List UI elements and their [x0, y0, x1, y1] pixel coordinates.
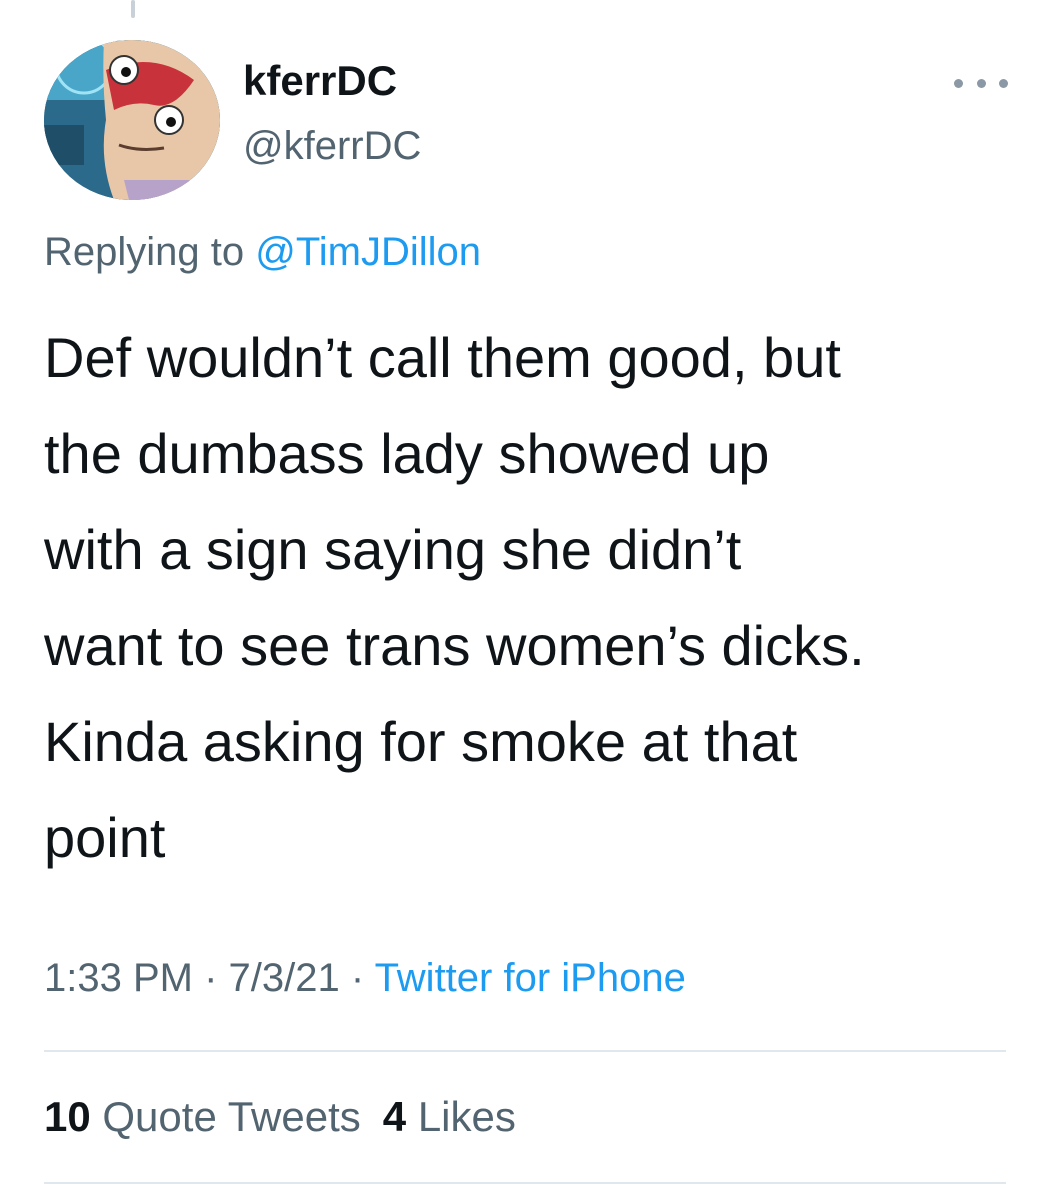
likes-stat[interactable]: 4 Likes — [383, 1093, 516, 1140]
replying-to-line: Replying to @TimJDillon — [44, 228, 481, 276]
avatar[interactable] — [44, 40, 220, 200]
tweet-metadata: 1:33 PM · 7/3/21 · Twitter for iPhone — [44, 954, 686, 1002]
quote-tweets-stat[interactable]: 10 Quote Tweets — [44, 1093, 361, 1140]
cartoon-character-avatar-icon — [44, 40, 220, 200]
likes-label: Likes — [417, 1093, 516, 1140]
tweet-text: Def wouldn’t call them good, but the dum… — [44, 326, 865, 869]
meta-separator: · — [339, 956, 375, 1000]
quote-tweets-count: 10 — [44, 1093, 91, 1140]
more-dots-icon — [976, 78, 986, 88]
author-handle[interactable]: @kferrDC — [243, 124, 421, 168]
tweet-stats: 10 Quote Tweets 4 Likes — [44, 1092, 538, 1142]
meta-separator: · — [192, 956, 229, 1000]
thread-connector-line — [131, 0, 135, 18]
more-dots-icon — [954, 78, 963, 88]
likes-count: 4 — [382, 1093, 407, 1140]
tweet-time[interactable]: 1:33 PM — [44, 956, 193, 1000]
reply-mention-link[interactable]: @TimJDillon — [255, 230, 481, 274]
divider — [44, 1050, 1006, 1052]
more-options-button[interactable] — [954, 70, 1008, 96]
divider — [44, 1182, 1006, 1184]
replying-to-label: Replying to — [44, 230, 256, 274]
author-display-name[interactable]: kferrDC — [243, 57, 397, 104]
tweet-date[interactable]: 7/3/21 — [229, 956, 340, 1000]
tweet-source-link[interactable]: Twitter for iPhone — [375, 956, 686, 1000]
quote-tweets-label: Quote Tweets — [102, 1093, 361, 1140]
more-dots-icon — [999, 78, 1008, 88]
